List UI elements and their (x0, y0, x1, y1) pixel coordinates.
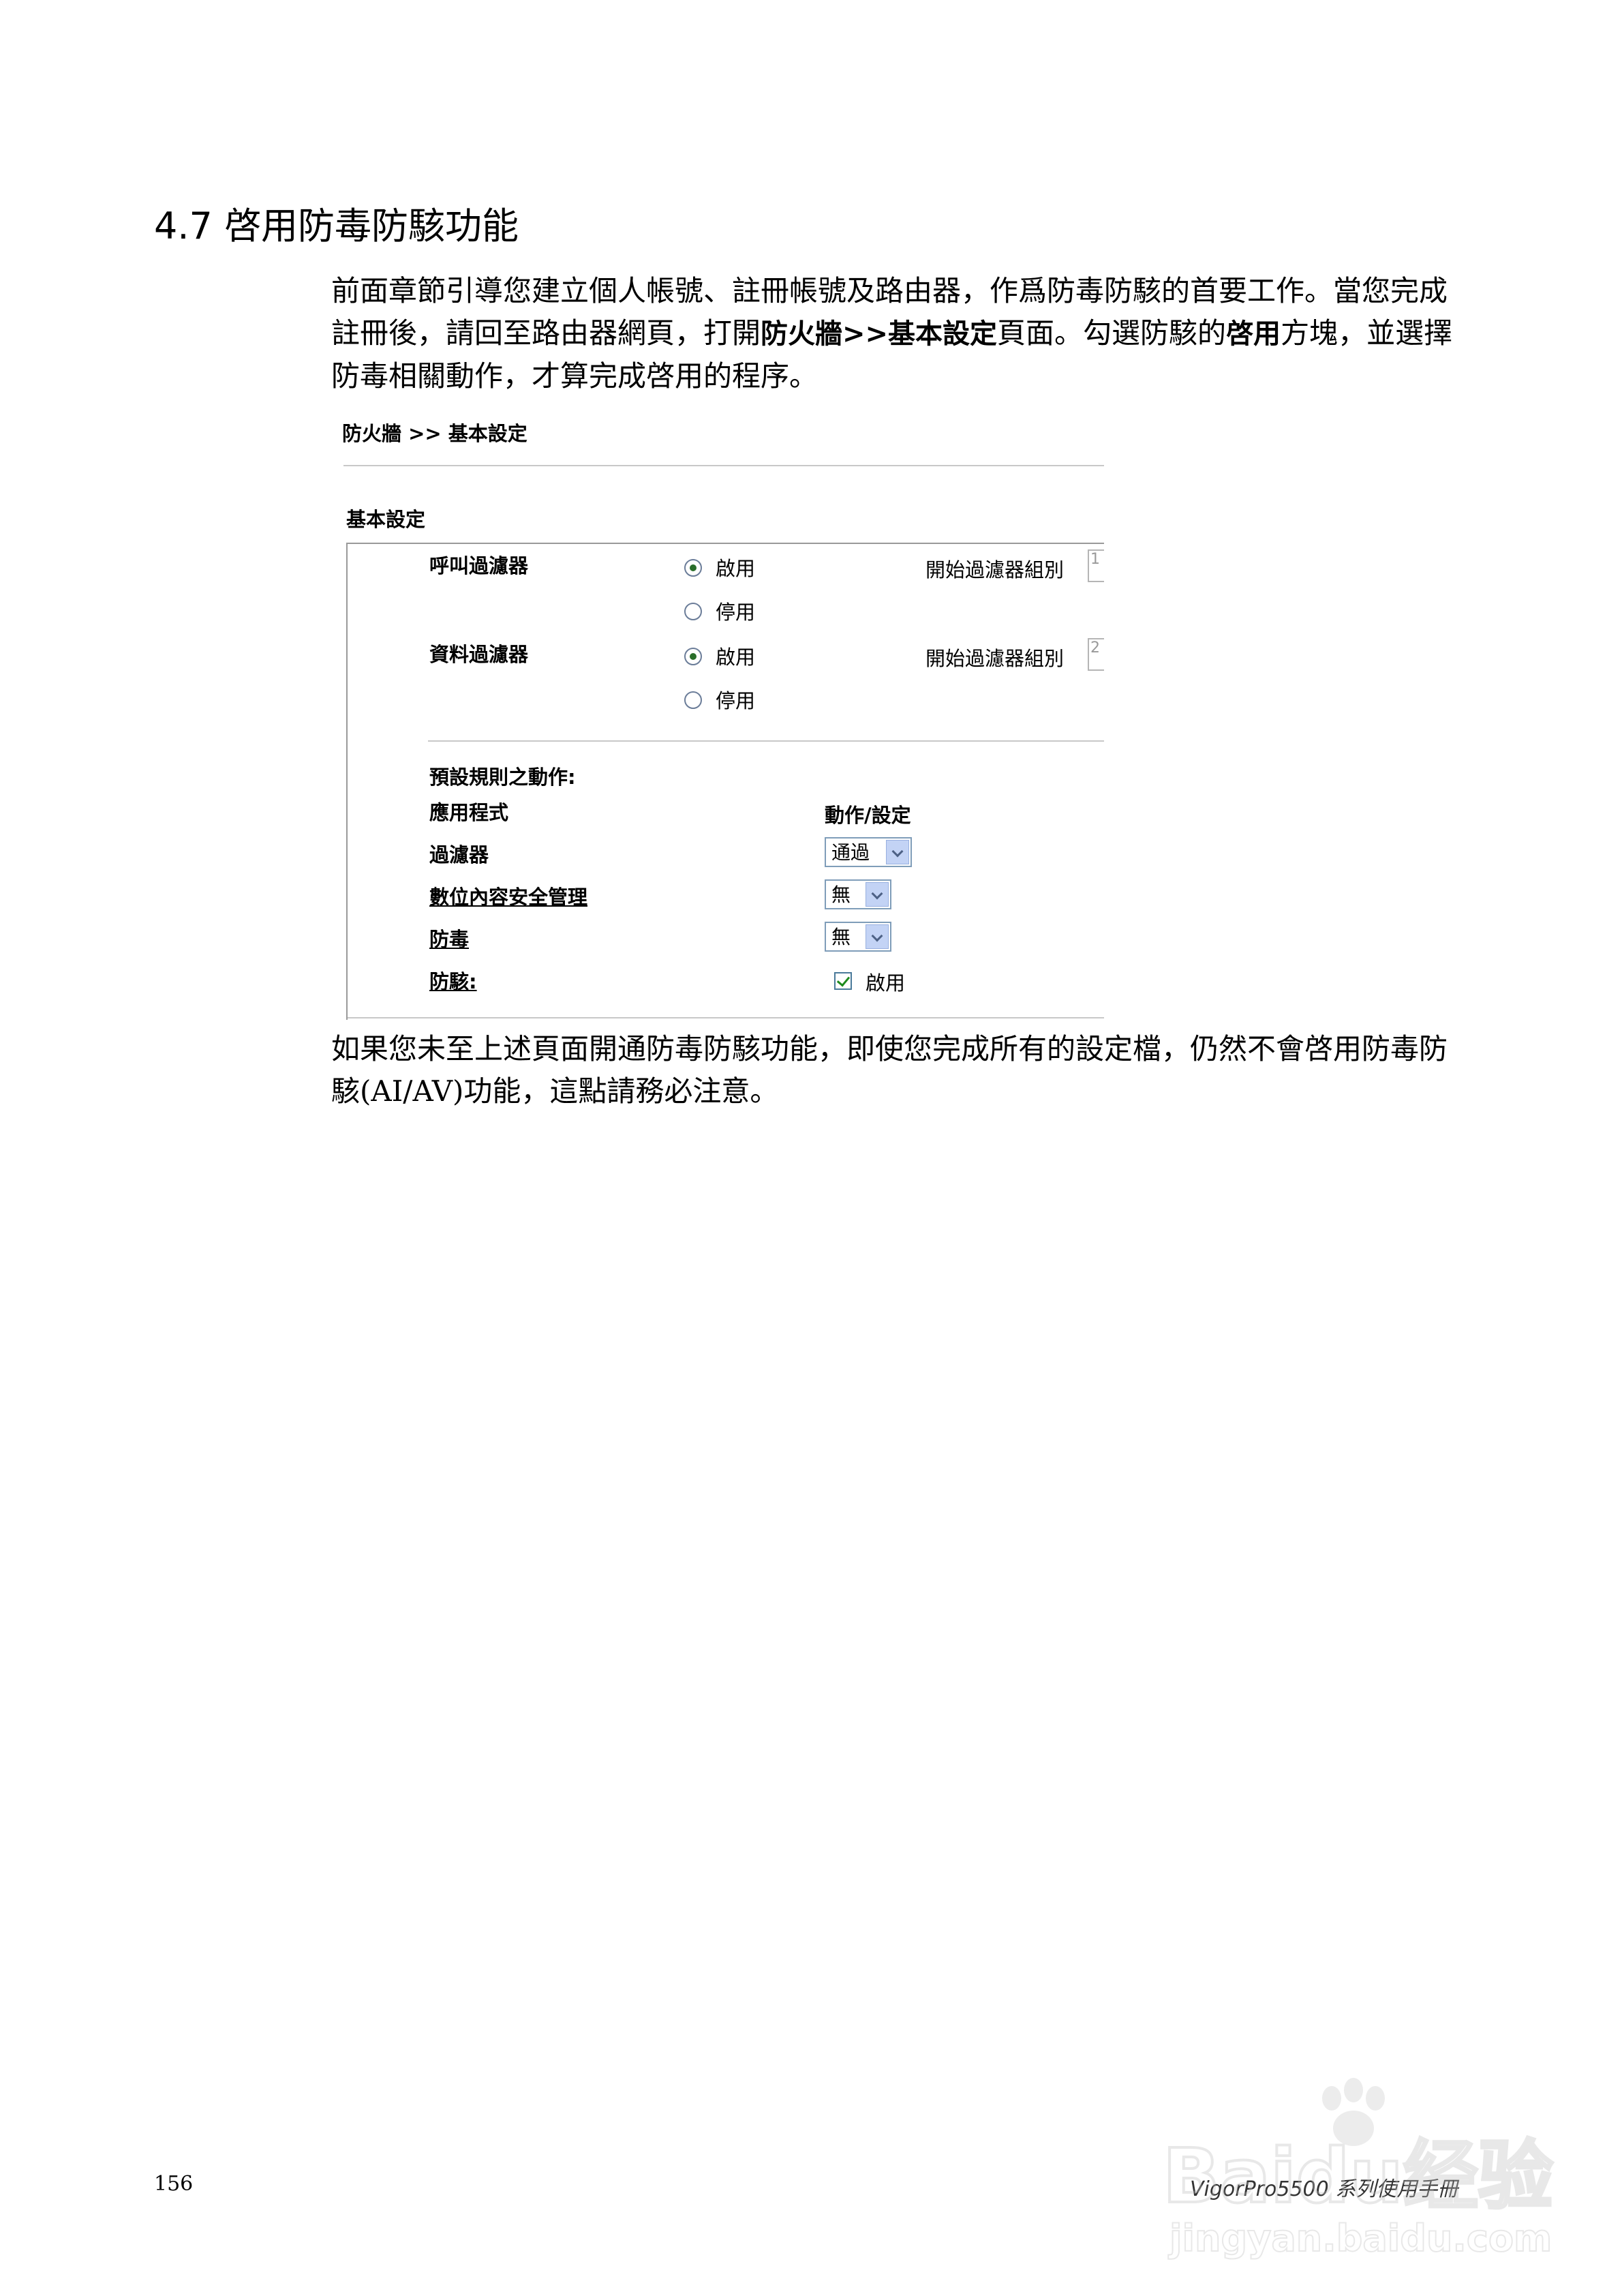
anti-intrusion-label[interactable]: 防駭: (429, 968, 477, 995)
filter-action-select[interactable]: 通過 (825, 837, 912, 867)
section-divider (428, 740, 1104, 742)
col-header-application: 應用程式 (429, 801, 509, 824)
panel-title: 基本設定 (346, 508, 426, 531)
section-heading: 4.7 啓用防毒防駭功能 (154, 202, 519, 251)
data-filter-start-group-label: 開始過濾器組別 (925, 647, 1065, 670)
data-filter-disable-radio[interactable] (684, 691, 702, 709)
data-filter-label: 資料過濾器 (429, 643, 529, 666)
panel-left-border (346, 543, 348, 1020)
intro-paragraph: 前面章節引導您建立個人帳號、註冊帳號及路由器，作爲防毒防駭的首要工作。當您完成註… (331, 270, 1463, 397)
watermark-main-text: Baidu经验 (1163, 2132, 1553, 2220)
outro-paragraph: 如果您未至上述頁面開通防毒防駭功能，即使您完成所有的設定檔，仍然不會啓用防毒防駭… (331, 1032, 1448, 1108)
page-number: 156 (154, 2172, 194, 2196)
anti-intrusion-enable-label: 啟用 (866, 971, 906, 995)
call-filter-start-group-input[interactable]: 1 (1088, 549, 1104, 582)
data-filter-enable-label: 啟用 (716, 646, 756, 669)
call-filter-label: 呼叫過濾器 (429, 554, 529, 577)
antivirus-row-label[interactable]: 防毒 (429, 926, 469, 953)
firewall-settings-screenshot: 防火牆 >> 基本設定 基本設定 呼叫過濾器 啟用 開始過濾器組別 1 停用 資… (341, 413, 1104, 1020)
panel-bottom-border (348, 1017, 1104, 1018)
section-number: 4.7 (154, 205, 213, 247)
baidu-watermark-logo: Baidu经验 jingyan.baidu.com (1161, 2078, 1555, 2261)
antivirus-action-value: 無 (831, 926, 851, 948)
anti-intrusion-enable-checkbox[interactable] (834, 972, 852, 990)
data-filter-start-group-input[interactable]: 2 (1088, 638, 1104, 671)
data-filter-disable-label: 停用 (716, 689, 756, 712)
call-filter-disable-radio[interactable] (684, 603, 702, 620)
data-filter-enable-radio[interactable] (684, 648, 702, 665)
default-rule-title: 預設規則之動作: (429, 766, 576, 789)
breadcrumb-divider (343, 465, 1104, 466)
chevron-down-icon (866, 924, 889, 949)
dcsm-row-label[interactable]: 數位內容安全管理 (429, 883, 587, 911)
call-filter-start-group-label: 開始過濾器組別 (925, 558, 1065, 581)
call-filter-disable-label: 停用 (716, 601, 756, 624)
chevron-down-icon (886, 840, 909, 864)
dcsm-action-select[interactable]: 無 (825, 879, 891, 909)
antivirus-action-select[interactable]: 無 (825, 922, 891, 952)
call-filter-enable-label: 啟用 (716, 557, 756, 580)
intro-menu-path: 防火牆>>基本設定 (761, 318, 998, 350)
watermark-url-text: jingyan.baidu.com (1168, 2217, 1552, 2260)
intro-text-2: 頁面。勾選防駭的 (997, 316, 1227, 350)
section-title: 啓用防毒防駭功能 (224, 205, 519, 247)
dcsm-action-value: 無 (831, 883, 851, 906)
panel-top-border (348, 543, 1104, 544)
filter-action-value: 通過 (831, 841, 870, 864)
col-header-action: 動作/設定 (825, 804, 911, 827)
breadcrumb: 防火牆 >> 基本設定 (342, 422, 527, 445)
chevron-down-icon (866, 882, 889, 907)
intro-enable-term: 啓用 (1226, 318, 1281, 350)
call-filter-enable-radio[interactable] (684, 559, 702, 577)
filter-row-label: 過濾器 (429, 843, 489, 866)
